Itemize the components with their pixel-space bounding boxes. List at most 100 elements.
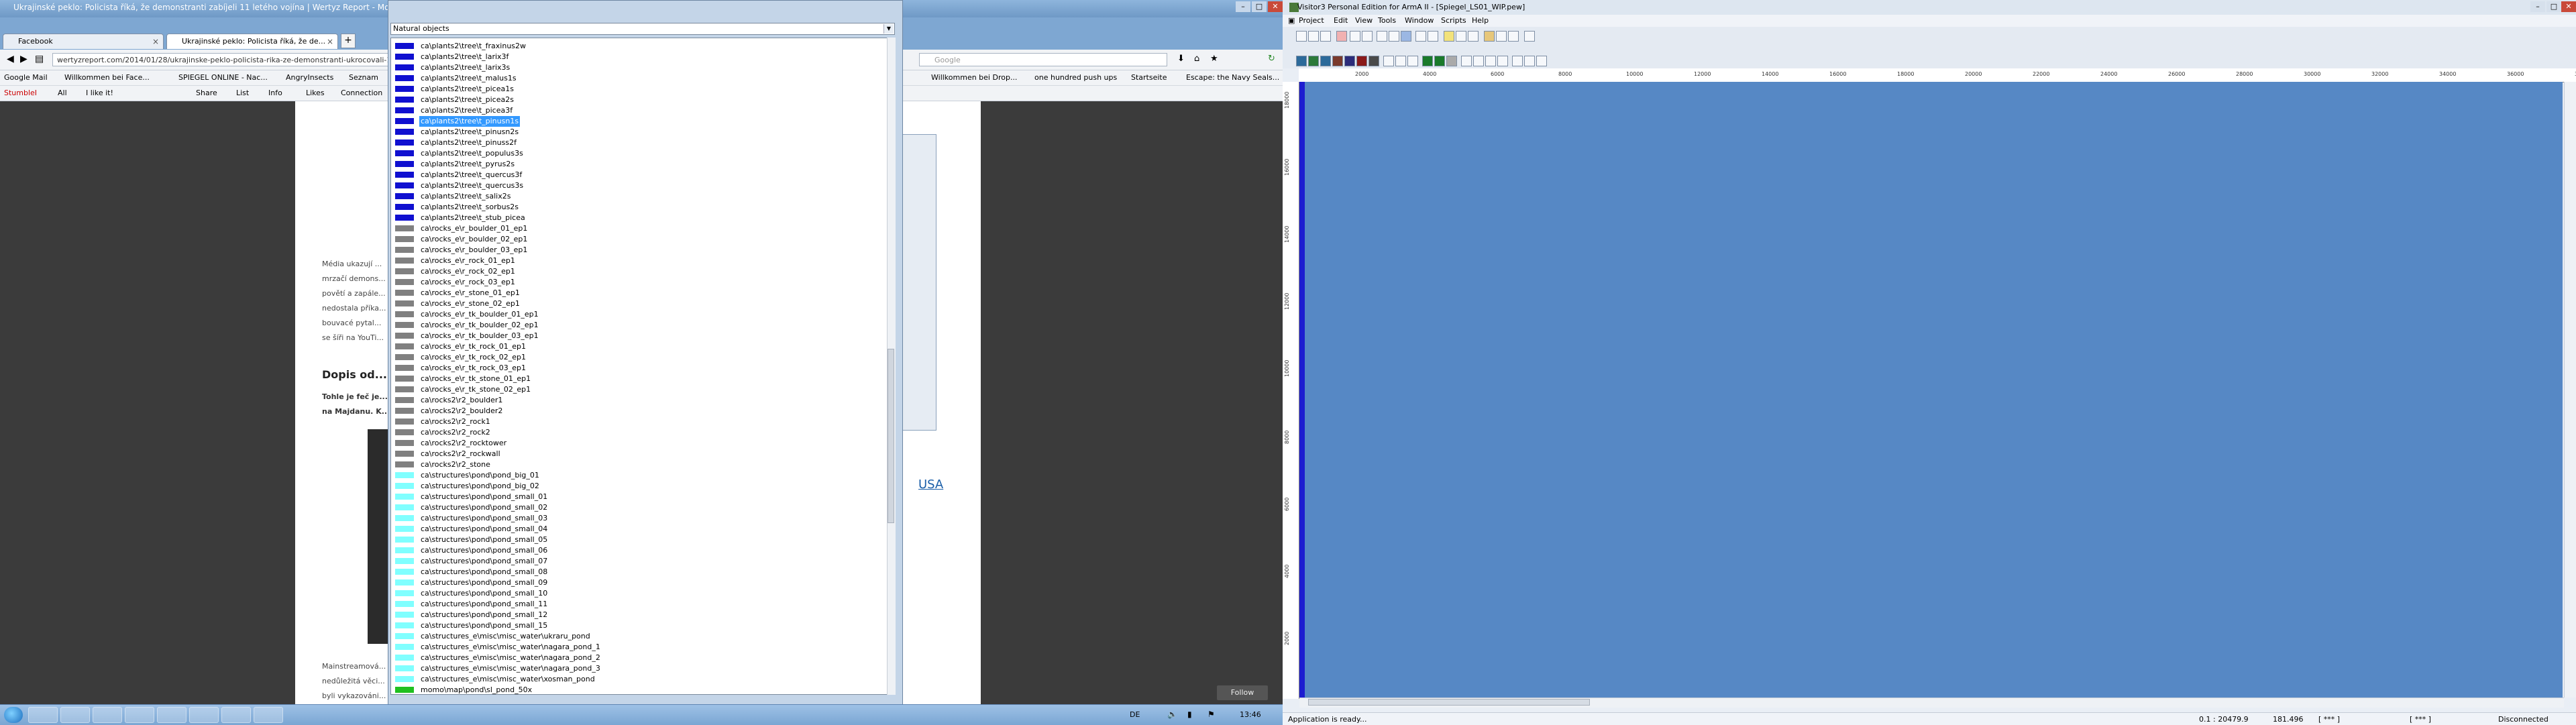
mask-icon[interactable] xyxy=(1368,56,1379,66)
list-item[interactable]: ca\rocks2\r2_boulder1 xyxy=(395,395,878,406)
minimize-button[interactable]: – xyxy=(1236,1,1250,12)
keypoint-icon[interactable] xyxy=(1485,56,1496,66)
list-item[interactable]: ca\structures\pond\pond_small_04 xyxy=(395,524,878,535)
maximize-button[interactable]: □ xyxy=(2546,1,2561,12)
pen-icon[interactable] xyxy=(1524,56,1535,66)
bookmark-startseite[interactable]: Startseite xyxy=(1131,72,1167,83)
menu-help[interactable]: Help xyxy=(1472,16,1489,25)
undo-icon[interactable] xyxy=(1350,31,1360,42)
list-item[interactable]: ca\rocks_e\r_rock_01_ep1 xyxy=(395,256,878,266)
open-icon[interactable] xyxy=(1308,31,1319,42)
bookmark-spiegel[interactable]: SPIEGEL ONLINE - Nac... xyxy=(178,72,268,83)
download-icon[interactable]: ⬇ xyxy=(1177,54,1185,64)
list-item[interactable]: ca\plants2\tree\t_quercus3s xyxy=(395,180,878,191)
list-item[interactable]: ca\plants2\tree\t_pinusn1s xyxy=(395,116,878,127)
list-scrollbar-thumb[interactable] xyxy=(888,349,894,523)
list-item[interactable]: ca\rocks_e\r_tk_rock_03_ep1 xyxy=(395,363,878,374)
maximize-button[interactable]: □ xyxy=(1252,1,1267,12)
list-item[interactable]: ca\structures\pond\pond_small_08 xyxy=(395,567,878,577)
area-icon[interactable] xyxy=(1473,56,1484,66)
list-item[interactable]: ca\rocks_e\r_tk_boulder_01_ep1 xyxy=(395,309,878,320)
flag-icon[interactable]: ⚑ xyxy=(1208,710,1215,719)
list-item[interactable]: ca\structures\pond\pond_small_11 xyxy=(395,599,878,610)
list-item[interactable]: ca\structures_e\misc\misc_water\ukraru_p… xyxy=(395,631,878,642)
list-item[interactable]: ca\plants2\tree\t_fraxinus2w xyxy=(395,41,878,52)
close-icon[interactable]: × xyxy=(152,34,159,49)
list-item[interactable]: ca\rocks_e\r_tk_rock_02_ep1 xyxy=(395,352,878,363)
list-item[interactable]: ca\structures_e\misc\misc_water\nagara_p… xyxy=(395,642,878,653)
bookmark-google-mail[interactable]: Google Mail xyxy=(4,72,48,83)
close-button[interactable]: ✕ xyxy=(1268,1,1283,12)
list-button[interactable]: List xyxy=(236,88,249,99)
close-button[interactable]: ✕ xyxy=(2561,1,2576,12)
list-item[interactable]: ca\structures\pond\pond_small_15 xyxy=(395,620,878,631)
list-item[interactable]: ca\plants2\tree\t_populus3s xyxy=(395,148,878,159)
map-canvas[interactable] xyxy=(1299,82,2563,698)
tab-article[interactable]: Ukrajinské peklo: Policista říká, že de.… xyxy=(166,34,338,49)
satellite-icon[interactable] xyxy=(1356,56,1367,66)
bookmark-dropbox[interactable]: Willkommen bei Drop... xyxy=(931,72,1017,83)
menu-project[interactable]: Project xyxy=(1299,16,1324,25)
taskbar-app[interactable] xyxy=(254,707,283,723)
view-icon[interactable] xyxy=(1383,56,1394,66)
water-icon[interactable] xyxy=(1344,56,1355,66)
radiation-icon[interactable] xyxy=(1444,31,1454,42)
connection-button[interactable]: Connection xyxy=(341,88,382,99)
list-item[interactable]: ca\structures\pond\pond_small_09 xyxy=(395,577,878,588)
menu-tools[interactable]: Tools xyxy=(1378,16,1396,25)
clock[interactable]: 13:46 xyxy=(1240,710,1261,719)
road-edit-icon[interactable] xyxy=(1461,56,1472,66)
lock-icon[interactable] xyxy=(1536,56,1547,66)
language-indicator[interactable]: DE xyxy=(1130,710,1140,719)
list-item[interactable]: ca\rocks_e\r_tk_boulder_03_ep1 xyxy=(395,331,878,341)
select-icon[interactable] xyxy=(1401,31,1411,42)
bookmark-angryinsects[interactable]: AngryInsects xyxy=(286,72,333,83)
map-vertical-scrollbar[interactable] xyxy=(2564,82,2576,698)
taskbar-app[interactable] xyxy=(60,707,90,723)
layer-icon[interactable] xyxy=(1428,31,1438,42)
taskbar-app[interactable] xyxy=(125,707,154,723)
menu-edit[interactable]: Edit xyxy=(1334,16,1348,25)
info-button[interactable]: Info xyxy=(268,88,282,99)
build-icon[interactable] xyxy=(1496,31,1507,42)
camera-icon[interactable] xyxy=(1456,31,1466,42)
list-item[interactable]: ca\rocks_e\r_tk_rock_01_ep1 xyxy=(395,341,878,352)
list-item[interactable]: ca\plants2\tree\t_stub_picea xyxy=(395,213,878,223)
list-item[interactable]: ca\structures\pond\pond_small_01 xyxy=(395,492,878,502)
list-item[interactable]: ca\rocks_e\r_tk_boulder_02_ep1 xyxy=(395,320,878,331)
alert-icon[interactable] xyxy=(1336,31,1347,42)
list-item[interactable]: ca\structures\pond\pond_small_12 xyxy=(395,610,878,620)
list-item[interactable]: ca\rocks_e\r_stone_01_ep1 xyxy=(395,288,878,298)
start-button[interactable] xyxy=(4,707,23,723)
bookmark-facebook[interactable]: Willkommen bei Face... xyxy=(64,72,150,83)
object-type-select[interactable]: Natural objects ▼ xyxy=(390,23,895,35)
list-item[interactable]: ca\plants2\tree\t_malus1s xyxy=(395,73,878,84)
list-item[interactable]: ca\structures\pond\pond_small_06 xyxy=(395,545,878,556)
forward-icon[interactable]: ▶ xyxy=(20,54,28,64)
list-item[interactable]: ca\plants2\tree\t_quercus3f xyxy=(395,170,878,180)
export-icon[interactable] xyxy=(1524,31,1535,42)
view-icon[interactable] xyxy=(1395,56,1406,66)
rock-icon[interactable] xyxy=(1446,56,1457,66)
list-item[interactable]: ca\structures\pond\pond_small_02 xyxy=(395,502,878,513)
list-item[interactable]: ca\plants2\tree\t_sorbus2s xyxy=(395,202,878,213)
list-item[interactable]: ca\plants2\tree\t_picea3f xyxy=(395,105,878,116)
new-icon[interactable] xyxy=(1296,31,1307,42)
stumble-button[interactable]: StumbleI xyxy=(4,88,37,99)
grid-icon[interactable] xyxy=(1415,31,1426,42)
taskbar-app[interactable] xyxy=(157,707,186,723)
list-item[interactable]: ca\rocks2\r2_boulder2 xyxy=(395,406,878,416)
list-item[interactable]: ca\plants2\tree\t_pyrus2s xyxy=(395,159,878,170)
list-item[interactable]: ca\structures_e\misc\misc_water\nagara_p… xyxy=(395,653,878,663)
taskbar-app[interactable] xyxy=(93,707,122,723)
list-item[interactable]: ca\plants2\tree\t_salix2s xyxy=(395,191,878,202)
minimize-button[interactable]: – xyxy=(2530,1,2545,12)
list-item[interactable]: ca\structures_e\misc\misc_water\xosman_p… xyxy=(395,674,878,685)
menu-scripts[interactable]: Scripts xyxy=(1441,16,1466,25)
menu-view[interactable]: View xyxy=(1355,16,1373,25)
terrain-icon[interactable] xyxy=(1296,56,1307,66)
list-item[interactable]: ca\rocks2\r2_stone xyxy=(395,459,878,470)
list-item[interactable]: ca\rocks_e\r_rock_03_ep1 xyxy=(395,277,878,288)
link-icon[interactable] xyxy=(1497,56,1508,66)
list-item[interactable]: ca\structures\pond\pond_big_01 xyxy=(395,470,878,481)
